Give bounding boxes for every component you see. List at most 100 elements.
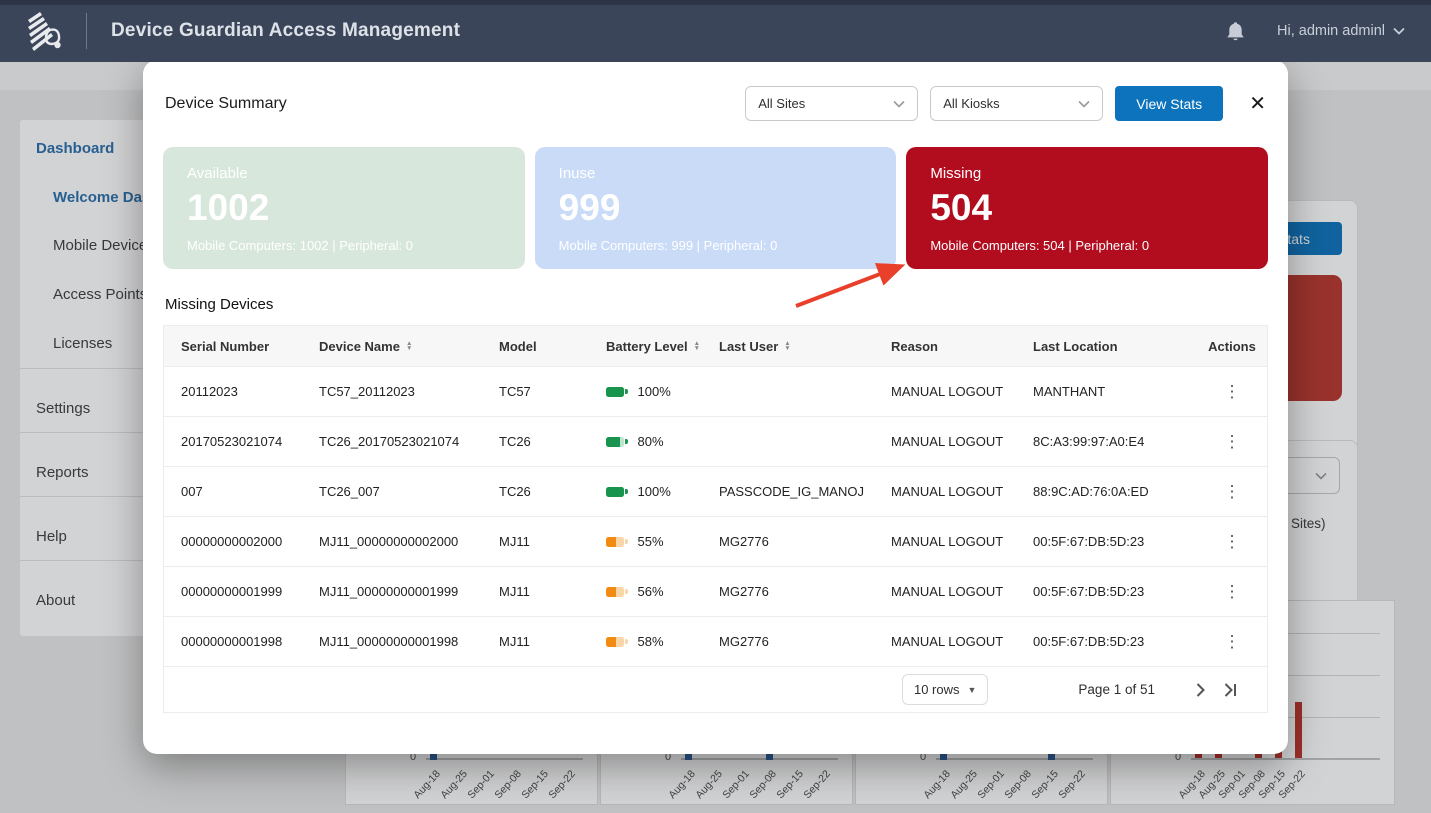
close-icon[interactable]: ✕: [1249, 94, 1266, 114]
column-header-last-user[interactable]: Last User▲▼: [719, 339, 891, 354]
battery-nub: [625, 389, 628, 394]
battery-nub: [625, 539, 628, 544]
table-footer: 10 rows ▼ Page 1 of 51: [164, 666, 1267, 712]
card-detail: Mobile Computers: 999 | Peripheral: 0: [559, 238, 873, 253]
actions-cell: ⋮: [1197, 432, 1267, 452]
device-name-cell: MJ11_00000000001998: [319, 634, 499, 649]
sort-icon[interactable]: ▲▼: [784, 341, 790, 351]
battery-cell: 56%: [606, 584, 719, 599]
battery-icon: [606, 537, 628, 547]
card-count: 504: [930, 187, 1244, 229]
actions-cell: ⋮: [1197, 532, 1267, 552]
sites-select[interactable]: All Sites: [745, 86, 918, 121]
caret-down-icon: ▼: [968, 685, 977, 695]
battery-body: [606, 587, 624, 597]
model-cell: MJ11: [499, 634, 606, 649]
page-info: Page 1 of 51: [1078, 682, 1155, 697]
actions-cell: ⋮: [1197, 582, 1267, 602]
app-title: Device Guardian Access Management: [111, 20, 460, 42]
last-user-cell: MG2776: [719, 584, 891, 599]
table-row: 00000000001998MJ11_00000000001998MJ11 58%…: [164, 616, 1267, 666]
summary-card-available[interactable]: Available1002Mobile Computers: 1002 | Pe…: [163, 147, 525, 269]
table-row: 00000000002000MJ11_00000000002000MJ1155%…: [164, 516, 1267, 566]
sort-icon[interactable]: ▲▼: [406, 341, 412, 351]
card-detail: Mobile Computers: 1002 | Peripheral: 0: [187, 238, 501, 253]
column-header-device-name[interactable]: Device Name▲▼: [319, 339, 499, 354]
last-user-cell: MG2776: [719, 534, 891, 549]
kebab-menu-icon[interactable]: ⋮: [1224, 532, 1241, 552]
model-cell: TC26: [499, 484, 606, 499]
last-location-cell: 88:9C:AD:76:0A:ED: [1033, 484, 1197, 499]
kebab-menu-icon[interactable]: ⋮: [1224, 382, 1241, 402]
device-summary-modal: Device Summary All Sites All Kiosks View…: [143, 60, 1288, 754]
kebab-menu-icon[interactable]: ⋮: [1224, 582, 1241, 602]
app-header: Device Guardian Access Management Hi, ad…: [0, 0, 1431, 62]
table-header-row: Serial NumberDevice Name▲▼Model Battery L…: [164, 326, 1267, 366]
battery-cell: 80%: [606, 434, 719, 449]
table-row: 00000000001999MJ11_00000000001999MJ1156%…: [164, 566, 1267, 616]
kebab-menu-icon[interactable]: ⋮: [1224, 482, 1241, 502]
card-label: Missing: [930, 165, 1244, 182]
summary-card-inuse[interactable]: Inuse 999 Mobile Computers: 999 | Peripher…: [535, 147, 897, 269]
column-label: Reason: [891, 339, 938, 354]
serial-cell: 007: [181, 484, 319, 499]
kebab-menu-icon[interactable]: ⋮: [1224, 632, 1241, 652]
column-label: Model: [499, 339, 537, 354]
actions-cell: ⋮: [1197, 382, 1267, 402]
battery-icon: [606, 437, 628, 447]
card-detail: Mobile Computers: 504 | Peripheral: 0: [930, 238, 1244, 253]
user-menu[interactable]: Hi, admin adminl: [1277, 23, 1405, 39]
next-page-button[interactable]: [1189, 679, 1211, 701]
chevron-down-icon: [1078, 100, 1090, 108]
rows-per-page-select[interactable]: 10 rows ▼: [902, 674, 988, 705]
actions-cell: ⋮: [1197, 482, 1267, 502]
actions-cell: ⋮: [1197, 632, 1267, 652]
battery-body: [606, 537, 624, 547]
modal-title: Device Summary: [165, 95, 287, 113]
battery-body: [606, 387, 624, 397]
last-location-cell: 8C:A3:99:97:A0:E4: [1033, 434, 1197, 449]
battery-fill: [606, 437, 620, 447]
column-header-serial-number: Serial Number: [181, 339, 319, 354]
summary-card-missing[interactable]: Missing 504 Mobile Computers: 504 | Periph…: [906, 147, 1268, 269]
view-stats-button[interactable]: View Stats: [1115, 86, 1223, 121]
chevron-right-bar-icon: [1224, 683, 1237, 697]
last-location-cell: 00:5F:67:DB:5D:23: [1033, 584, 1197, 599]
sites-select-value: All Sites: [758, 96, 805, 111]
kiosks-select[interactable]: All Kiosks: [930, 86, 1103, 121]
kebab-menu-icon[interactable]: ⋮: [1224, 432, 1241, 452]
device-name-cell: TC26_20170523021074: [319, 434, 499, 449]
reason-cell: MANUAL LOGOUT: [891, 534, 1033, 549]
battery-fill: [606, 537, 616, 547]
column-header-model: Model: [499, 339, 606, 354]
column-header-battery-level[interactable]: Battery Level ▲▼: [606, 339, 719, 354]
serial-cell: 00000000001998: [181, 634, 319, 649]
battery-icon: [606, 387, 628, 397]
battery-fill: [606, 587, 616, 597]
zebra-logo-icon: [26, 10, 62, 52]
battery-nub: [625, 589, 628, 594]
last-user-cell: MG2776: [719, 634, 891, 649]
device-name-cell: TC26_007: [319, 484, 499, 499]
battery-percent: 58%: [638, 634, 664, 649]
card-label: Inuse: [559, 165, 873, 182]
card-count: 999: [559, 187, 873, 229]
battery-percent: 56%: [638, 584, 664, 599]
battery-fill: [606, 387, 624, 397]
notifications-bell-icon[interactable]: [1226, 21, 1245, 42]
battery-body: [606, 487, 624, 497]
reason-cell: MANUAL LOGOUT: [891, 584, 1033, 599]
sort-icon[interactable]: ▲▼: [694, 341, 700, 351]
column-label: Battery Level: [606, 339, 688, 354]
battery-cell: 55%: [606, 534, 719, 549]
table-row: 20112023TC57_20112023TC57100%MANUAL LOGO…: [164, 366, 1267, 416]
column-header-last-location: Last Location: [1033, 339, 1197, 354]
battery-nub: [625, 489, 628, 494]
reason-cell: MANUAL LOGOUT: [891, 434, 1033, 449]
last-page-button[interactable]: [1219, 679, 1241, 701]
screen: DashboardWelcome DasMobile DeviceAccess …: [0, 0, 1431, 813]
last-location-cell: 00:5F:67:DB:5D:23: [1033, 634, 1197, 649]
table-row: 007TC26_007TC26100%PASSCODE_IG_MANOJMANU…: [164, 466, 1267, 516]
battery-fill: [606, 487, 624, 497]
battery-percent: 55%: [638, 534, 664, 549]
